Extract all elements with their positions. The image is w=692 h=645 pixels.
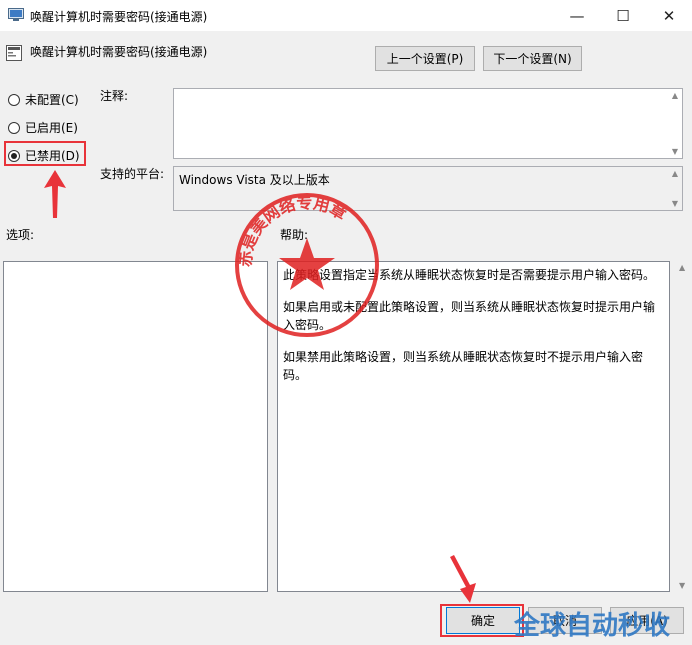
policy-app-icon	[8, 8, 24, 21]
seal-stamp: 赤是美网络专用章	[235, 193, 379, 337]
policy-title: 唤醒计算机时需要密码(接通电源)	[30, 45, 208, 59]
down-arrow-annotation-icon	[450, 555, 476, 603]
scroll-down-icon[interactable]: ▼	[679, 581, 685, 590]
options-label: 选项:	[6, 228, 35, 242]
radio-label: 已启用(E)	[25, 121, 78, 135]
watermark-logo: 全球自动秒收	[514, 611, 671, 641]
scroll-up-icon[interactable]: ▲	[672, 91, 678, 100]
previous-setting-button[interactable]: 上一个设置(P)	[375, 46, 475, 71]
scroll-down-icon[interactable]: ▼	[672, 199, 678, 208]
supported-platform-value: Windows Vista 及以上版本	[179, 173, 330, 187]
radio-not-configured[interactable]: 未配置(C)	[8, 91, 79, 108]
options-panel	[3, 261, 268, 592]
disabled-option-highlight	[4, 141, 86, 166]
policy-setting-icon	[6, 45, 22, 61]
radio-circle[interactable]	[8, 121, 20, 134]
scroll-down-icon[interactable]: ▼	[672, 147, 678, 156]
scroll-up-icon[interactable]: ▲	[672, 169, 678, 178]
comment-label: 注释:	[100, 89, 129, 103]
maximize-button[interactable]: ☐	[600, 0, 646, 31]
next-setting-button[interactable]: 下一个设置(N)	[483, 46, 582, 71]
ok-button-highlight	[440, 604, 524, 637]
up-arrow-annotation-icon	[44, 170, 66, 218]
close-button[interactable]: ✕	[646, 0, 692, 31]
help-paragraph: 如果禁用此策略设置，则当系统从睡眠状态恢复时不提示用户输入密码。	[283, 350, 644, 382]
radio-label: 未配置(C)	[25, 93, 79, 107]
minimize-button[interactable]: —	[554, 0, 600, 31]
help-scrollbar[interactable]: ▲ ▼	[675, 261, 691, 592]
window-title: 唤醒计算机时需要密码(接通电源)	[30, 10, 208, 24]
radio-enabled[interactable]: 已启用(E)	[8, 119, 78, 136]
svg-text:赤是美网络专用章: 赤是美网络专用章	[236, 193, 350, 267]
comment-textarea[interactable]: ▲ ▼	[173, 88, 683, 159]
supported-platform-label: 支持的平台:	[100, 167, 165, 181]
radio-circle[interactable]	[8, 93, 20, 106]
scroll-up-icon[interactable]: ▲	[679, 263, 685, 272]
